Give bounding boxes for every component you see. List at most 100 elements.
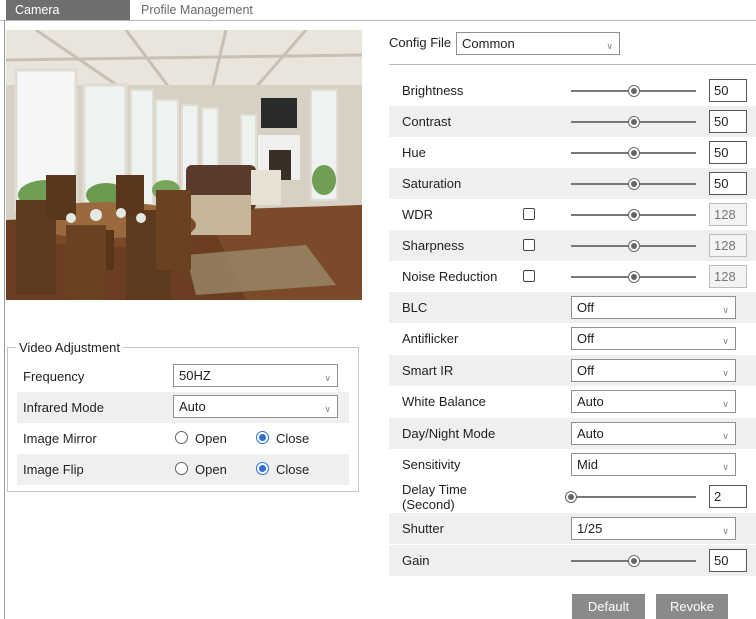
smart-ir-select[interactable]: Off ∨ [571,359,736,382]
brightness-label: Brightness [402,83,464,98]
chevron-down-icon: ∨ [722,399,729,409]
infrared-mode-select[interactable]: Auto ∨ [173,395,338,418]
hue-label: Hue [402,145,426,160]
frequency-value: 50HZ [179,368,211,383]
white-balance-value: Auto [577,394,604,409]
image-mirror-close-radio[interactable] [256,431,269,444]
shutter-select[interactable]: 1/25 ∨ [571,517,736,540]
delay-time-input[interactable]: 2 [709,485,747,508]
contrast-input[interactable]: 50 [709,110,747,133]
chevron-down-icon: ∨ [606,41,613,51]
blc-value: Off [577,300,595,315]
slider-thumb[interactable] [627,178,640,190]
white-balance-label: White Balance [402,394,486,409]
chevron-down-icon: ∨ [324,373,331,383]
sharpness-slider[interactable] [571,240,696,252]
sensitivity-select[interactable]: Mid ∨ [571,453,736,476]
left-border [4,20,5,619]
sharpness-checkbox[interactable] [523,239,535,251]
hue-slider[interactable] [571,147,696,159]
slider-thumb[interactable] [627,240,640,252]
image-flip-label: Image Flip [23,462,84,477]
antiflicker-select[interactable]: Off ∨ [571,327,736,350]
delay-time-label-line1: Delay Time [402,482,468,497]
frequency-label: Frequency [23,369,85,384]
chevron-down-icon: ∨ [722,526,729,536]
wdr-row: WDR 128 [389,199,756,230]
slider-thumb[interactable] [627,147,640,159]
wdr-checkbox[interactable] [523,208,535,220]
contrast-slider[interactable] [571,116,696,128]
shutter-label: Shutter [402,521,444,536]
image-flip-close-radio[interactable] [256,462,269,475]
saturation-row: Saturation 50 [389,168,756,199]
frequency-row: Frequency 50HZ ∨ [17,361,349,392]
wdr-slider[interactable] [571,209,696,221]
tab-profile-management[interactable]: Profile Management [132,0,262,20]
gain-label: Gain [402,553,430,568]
smart-ir-value: Off [577,363,595,378]
day-night-mode-select[interactable]: Auto ∨ [571,422,736,445]
antiflicker-label: Antiflicker [402,331,459,346]
gain-row: Gain 50 [389,545,756,576]
infrared-mode-label: Infrared Mode [23,400,104,415]
brightness-input[interactable]: 50 [709,79,747,102]
contrast-label: Contrast [402,114,452,129]
sharpness-input[interactable]: 128 [709,234,747,257]
config-file-select[interactable]: Common ∨ [456,32,620,55]
white-balance-row: White Balance Auto ∨ [389,386,756,417]
slider-thumb[interactable] [627,271,640,283]
wdr-input[interactable]: 128 [709,203,747,226]
noise-reduction-input[interactable]: 128 [709,265,747,288]
day-night-mode-label: Day/Night Mode [402,426,496,441]
infrared-mode-row: Infrared Mode Auto ∨ [17,392,349,423]
frequency-select[interactable]: 50HZ ∨ [173,364,338,387]
smart-ir-row: Smart IR Off ∨ [389,355,756,386]
noise-reduction-slider[interactable] [571,271,696,283]
delay-time-slider[interactable] [565,491,696,503]
slider-thumb[interactable] [627,116,640,128]
hue-row: Hue 50 [389,137,756,168]
video-adjustment-legend: Video Adjustment [19,340,120,355]
preview-scene-image [6,30,362,300]
sharpness-label: Sharpness [402,238,465,253]
slider-thumb[interactable] [627,555,640,567]
slider-thumb[interactable] [627,209,640,221]
smart-ir-label: Smart IR [402,363,454,378]
tab-camera-parameters[interactable]: Camera Parameters [6,0,130,37]
chevron-down-icon: ∨ [722,336,729,346]
delay-time-row: Delay Time (Second) 2 [389,481,756,513]
default-button[interactable]: Default [572,594,645,619]
noise-reduction-checkbox[interactable] [523,270,535,282]
brightness-slider[interactable] [571,85,696,97]
noise-reduction-row: Noise Reduction 128 [389,261,756,292]
shutter-value: 1/25 [577,521,603,536]
saturation-input[interactable]: 50 [709,172,747,195]
chevron-down-icon: ∨ [324,404,331,414]
saturation-slider[interactable] [571,178,696,190]
image-flip-close-label: Close [276,462,310,477]
hue-input[interactable]: 50 [709,141,747,164]
blc-row: BLC Off ∨ [389,292,756,323]
day-night-mode-row: Day/Night Mode Auto ∨ [389,418,756,449]
image-flip-open-radio[interactable] [175,462,188,475]
gain-slider[interactable] [571,555,696,567]
sensitivity-label: Sensitivity [402,457,461,472]
revoke-button[interactable]: Revoke [656,594,728,619]
wdr-label: WDR [402,207,434,222]
tab-bar: Camera Parameters Profile Management [0,0,756,37]
chevron-down-icon: ∨ [722,368,729,378]
slider-thumb[interactable] [627,85,640,97]
antiflicker-value: Off [577,331,595,346]
white-balance-select[interactable]: Auto ∨ [571,390,736,413]
config-file-label: Config File [389,35,452,50]
infrared-mode-value: Auto [179,399,206,414]
camera-preview [6,30,362,300]
contrast-row: Contrast 50 [389,106,756,137]
gain-input[interactable]: 50 [709,549,747,572]
divider [389,64,756,65]
image-mirror-open-radio[interactable] [175,431,188,444]
blc-select[interactable]: Off ∨ [571,296,736,319]
brightness-row: Brightness 50 [389,75,756,106]
slider-thumb[interactable] [565,491,577,503]
